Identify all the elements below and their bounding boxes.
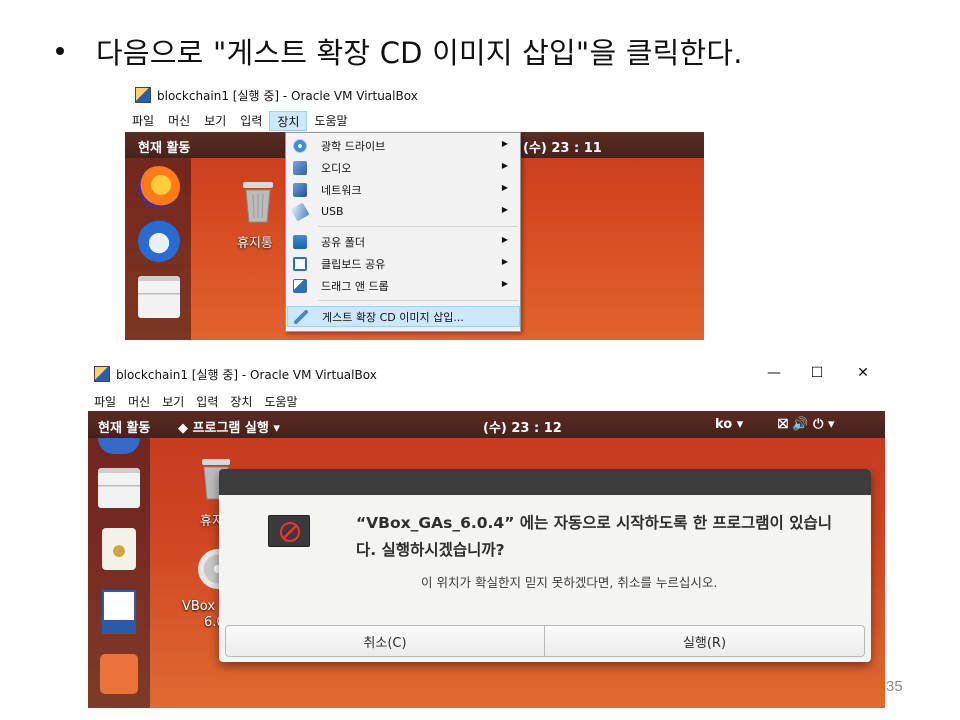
screenshot-devices-menu: blockchain1 [실행 중] - Oracle VM VirtualBo… <box>125 80 704 340</box>
thunderbird-icon[interactable] <box>98 438 140 454</box>
autorun-dialog: “VBox_GAs_6.0.4” 에는 자동으로 시작하도록 한 프로그램이 있… <box>219 469 871 662</box>
menu-devices[interactable]: 장치 <box>224 393 258 410</box>
slide-title: 다음으로 "게스트 확장 CD 이미지 삽입"을 클릭한다. <box>96 36 743 70</box>
submenu-arrow-icon: ▶ <box>501 257 508 266</box>
software-center-icon[interactable] <box>100 654 138 694</box>
network-icon <box>293 182 307 197</box>
menu-item-usb[interactable]: USB ▶ <box>287 201 520 222</box>
trash-label: 휴지통 <box>237 236 273 251</box>
menu-item-drag-and-drop[interactable]: 드래그 앤 드롭 ▶ <box>287 275 520 296</box>
language-indicator[interactable]: ko ▾ <box>715 417 743 432</box>
usb-icon <box>290 201 310 222</box>
rhythmbox-icon[interactable] <box>102 528 136 570</box>
menu-devices[interactable]: 장치 <box>269 111 308 131</box>
libreoffice-writer-icon[interactable] <box>102 590 136 634</box>
bullet-icon <box>56 47 64 55</box>
menu-view[interactable]: 보기 <box>156 393 190 410</box>
dialog-header <box>219 469 871 495</box>
submenu-arrow-icon: ▶ <box>501 279 508 288</box>
gnome-topbar: 현재 활동 ◆ 프로그램 실행 ▾ (수) 23 : 12 ko ▾ ⛝ 🔊 ⏻… <box>88 411 885 438</box>
submenu-arrow-icon: ▶ <box>501 161 508 170</box>
clock[interactable]: (수) 23 : 12 <box>483 417 562 436</box>
menu-item-audio[interactable]: 오디오 ▶ <box>287 157 520 178</box>
submenu-arrow-icon: ▶ <box>501 183 508 192</box>
maximize-button[interactable]: ☐ <box>807 365 827 381</box>
minimize-button[interactable]: — <box>764 365 784 381</box>
files-icon[interactable] <box>138 276 180 318</box>
stop-icon <box>268 515 310 547</box>
window-titlebar: blockchain1 [실행 중] - Oracle VM VirtualBo… <box>125 80 704 110</box>
dock <box>125 158 191 340</box>
menu-input[interactable]: 입력 <box>190 393 224 410</box>
guest-desktop: 현재 활동 ◆ 프로그램 실행 ▾ (수) 23 : 12 ko ▾ ⛝ 🔊 ⏻… <box>88 411 885 708</box>
page-number: 35 <box>886 678 903 695</box>
menu-help[interactable]: 도움말 <box>307 111 354 131</box>
close-button[interactable]: ✕ <box>853 365 873 381</box>
menu-item-insert-guest-additions[interactable]: 게스트 확장 CD 이미지 삽입... <box>287 306 520 327</box>
shared-folder-icon <box>293 234 307 249</box>
vm-menubar: 파일 머신 보기 입력 장치 도움말 <box>125 110 704 132</box>
system-tray[interactable]: ⛝ 🔊 ⏻ ▾ <box>778 417 834 432</box>
window-title: blockchain1 [실행 중] - Oracle VM VirtualBo… <box>157 88 418 103</box>
dock <box>88 438 150 708</box>
vm-menubar: 파일 머신 보기 입력 장치 도움말 <box>88 390 885 412</box>
menu-file[interactable]: 파일 <box>88 393 122 410</box>
optical-drive-icon <box>293 138 307 153</box>
run-button[interactable]: 실행(R) <box>544 625 865 657</box>
menu-item-label: USB <box>321 205 344 218</box>
submenu-arrow-icon: ▶ <box>501 139 508 148</box>
files-icon[interactable] <box>98 468 140 508</box>
menu-item-label: 공유 폴더 <box>321 235 365 249</box>
menu-machine[interactable]: 머신 <box>161 111 197 131</box>
audio-icon <box>293 160 307 175</box>
activities-button[interactable]: 현재 활동 <box>138 137 190 156</box>
window-titlebar: blockchain1 [실행 중] - Oracle VM VirtualBo… <box>88 360 885 388</box>
menu-help[interactable]: 도움말 <box>258 393 303 410</box>
menu-item-label: 네트워크 <box>321 183 362 197</box>
menu-file[interactable]: 파일 <box>125 111 161 131</box>
menu-input[interactable]: 입력 <box>233 111 269 131</box>
window-title: blockchain1 [실행 중] - Oracle VM VirtualBo… <box>116 367 377 382</box>
screenshot-autorun-dialog: blockchain1 [실행 중] - Oracle VM VirtualBo… <box>88 360 885 708</box>
firefox-icon[interactable] <box>138 166 180 208</box>
app-menu[interactable]: ◆ 프로그램 실행 ▾ <box>178 417 280 436</box>
trash-icon[interactable] <box>239 178 277 224</box>
thunderbird-icon[interactable] <box>138 220 180 262</box>
slide-heading: 다음으로 "게스트 확장 CD 이미지 삽입"을 클릭한다. <box>56 30 743 72</box>
menu-item-label: 광학 드라이브 <box>321 139 386 153</box>
menu-item-label: 오디오 <box>321 161 352 175</box>
submenu-arrow-icon: ▶ <box>501 205 508 214</box>
dialog-sub-message: 이 위치가 확실한지 믿지 못하겠다면, 취소를 누르십시오. <box>421 575 718 590</box>
menu-item-network[interactable]: 네트워크 ▶ <box>287 179 520 200</box>
virtualbox-logo-icon <box>94 366 110 382</box>
clock[interactable]: (수) 23 : 11 <box>523 137 602 156</box>
menu-item-optical-drives[interactable]: 광학 드라이브 ▶ <box>287 135 520 156</box>
menu-item-label: 클립보드 공유 <box>321 257 386 271</box>
menu-item-label: 게스트 확장 CD 이미지 삽입... <box>322 310 464 324</box>
drag-drop-icon <box>293 278 307 293</box>
menu-item-label: 드래그 앤 드롭 <box>321 279 389 293</box>
cd-label-line1: VBox <box>182 599 216 614</box>
menu-item-shared-folders[interactable]: 공유 폴더 ▶ <box>287 231 520 252</box>
menu-separator <box>318 226 518 227</box>
dialog-message: “VBox_GAs_6.0.4” 에는 자동으로 시작하도록 한 프로그램이 있… <box>356 514 832 559</box>
guest-additions-icon <box>294 309 308 324</box>
menu-machine[interactable]: 머신 <box>122 393 156 410</box>
submenu-arrow-icon: ▶ <box>501 235 508 244</box>
menu-item-shared-clipboard[interactable]: 클립보드 공유 ▶ <box>287 253 520 274</box>
menu-view[interactable]: 보기 <box>197 111 233 131</box>
activities-button[interactable]: 현재 활동 <box>98 417 150 436</box>
devices-dropdown-menu: 광학 드라이브 ▶ 오디오 ▶ 네트워크 ▶ USB ▶ 공유 폴더 ▶ 클립보… <box>285 132 521 332</box>
virtualbox-logo-icon <box>135 87 151 103</box>
cancel-button[interactable]: 취소(C) <box>225 625 545 657</box>
menu-separator <box>318 300 518 301</box>
clipboard-icon <box>293 256 307 271</box>
